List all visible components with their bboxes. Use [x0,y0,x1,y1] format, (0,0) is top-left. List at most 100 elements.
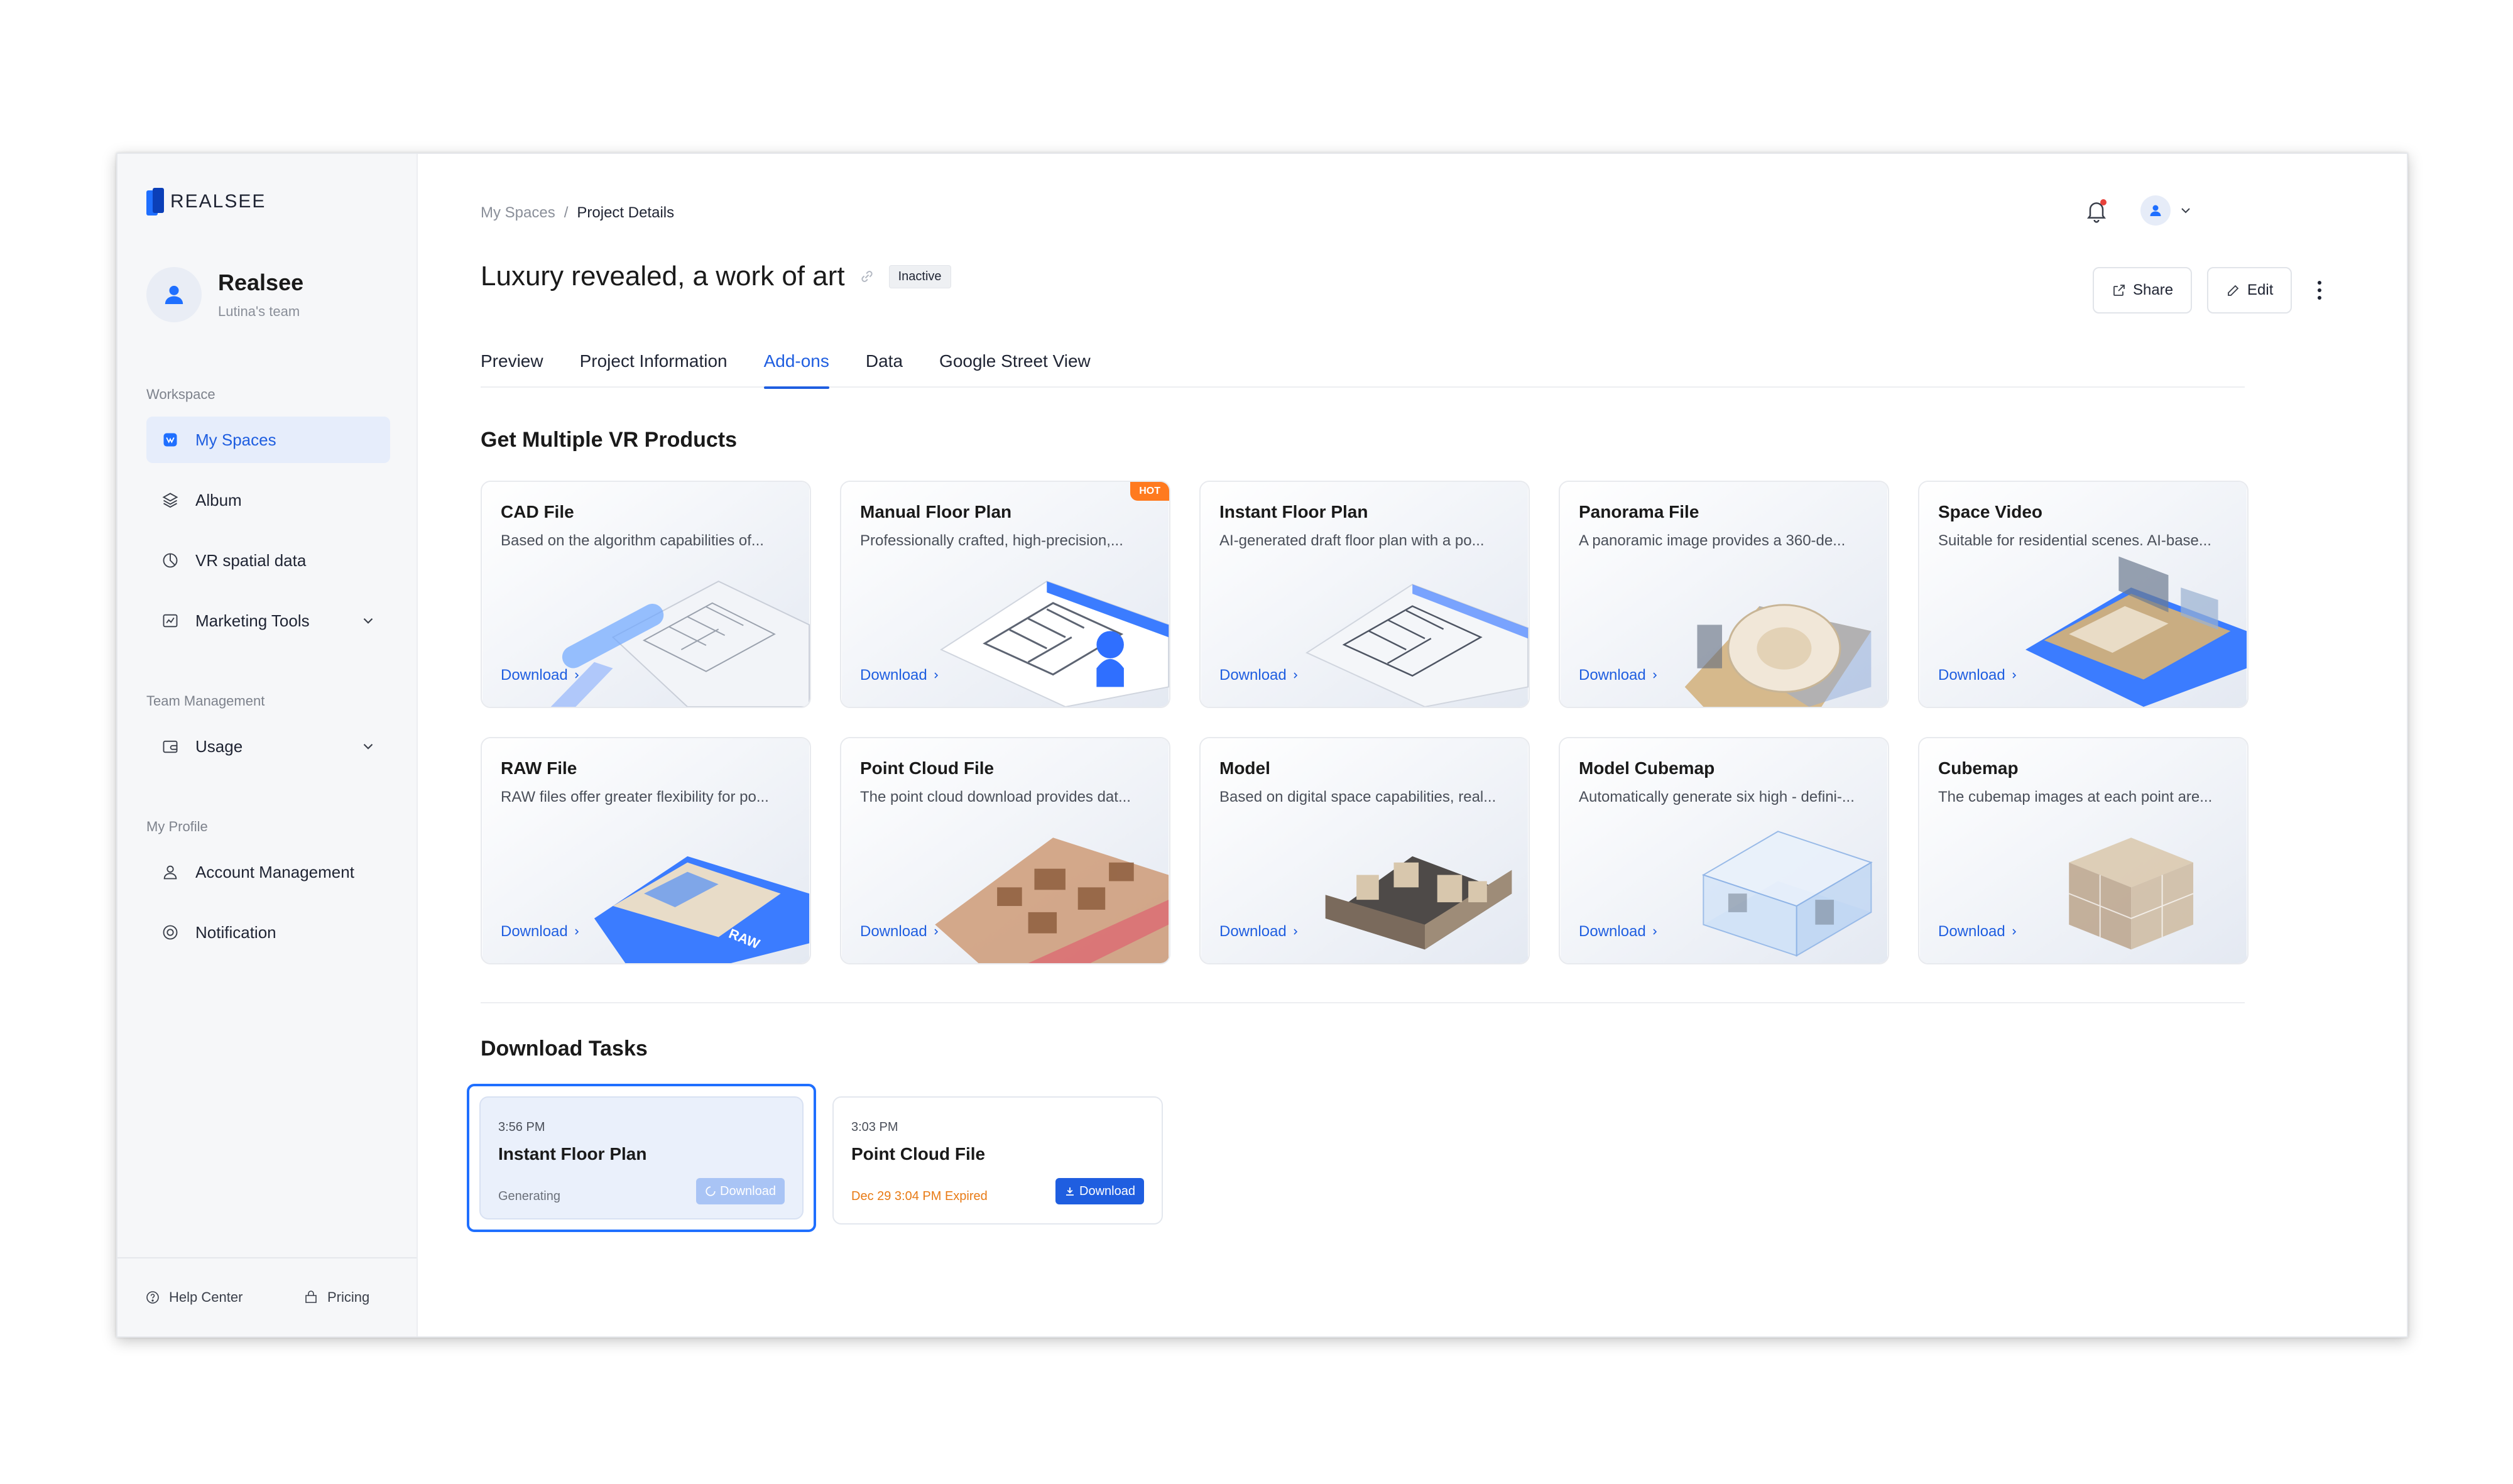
card-title: Instant Floor Plan [1219,502,1368,521]
product-grid: CAD File Based on the algorithm capabili… [481,481,2249,964]
card-title: Model [1219,758,1270,778]
sidebar-item-my-spaces[interactable]: My Spaces [146,417,390,463]
project-tabs: Preview Project Information Add-ons Data… [481,349,2245,389]
edit-label: Edit [2247,281,2274,298]
download-link-label: Download [1938,667,2005,684]
notification-bell[interactable] [2084,198,2109,223]
share-icon [2113,285,2125,296]
download-link[interactable]: Download [1579,923,1660,941]
product-card-point-cloud-file[interactable]: Point Cloud File The point cloud downloa… [840,737,1170,964]
sidebar-item-vr-spatial-data[interactable]: VR spatial data [146,537,390,584]
profile-name: Realsee [218,270,304,295]
chevron-down-icon[interactable] [360,613,376,629]
brand-name: REALSEE [170,191,266,212]
download-link[interactable]: Download [1579,667,1660,684]
sidebar-item-label: Usage [195,736,243,756]
tab-google-street-view[interactable]: Google Street View [939,349,1091,388]
product-card-instant-floor-plan[interactable]: Instant Floor Plan AI-generated draft fl… [1199,481,1530,708]
my-profile-label: My Profile [146,819,208,834]
download-link-label: Download [1219,667,1287,684]
tab-data[interactable]: Data [866,349,903,388]
sidebar-item-marketing-tools[interactable]: Marketing Tools [146,597,390,644]
card-description: Based on digital space capabilities, rea… [1219,788,1496,805]
product-card-manual-floor-plan[interactable]: HOT Manual Floor Plan Professionally cra… [840,481,1170,708]
chart-icon [160,611,180,631]
download-link[interactable]: Download [860,667,941,684]
page-title: Luxury revealed, a work of art [481,261,845,292]
download-link-label: Download [501,923,568,940]
chevron-right-icon [575,929,579,935]
tab-preview[interactable]: Preview [481,349,543,388]
task-name: Point Cloud File [851,1144,986,1164]
download-task-list: 3:56 PM Instant Floor Plan Generating Do… [467,1084,1163,1232]
task-download-button[interactable]: Download [1055,1178,1144,1204]
download-link-label: Download [1938,923,2005,940]
product-card-cad-file[interactable]: CAD File Based on the algorithm capabili… [481,481,811,708]
task-time: 3:03 PM [851,1120,898,1134]
product-card-cubemap[interactable]: Cubemap The cubemap images at each point… [1918,737,2249,964]
profile-card[interactable]: Realsee Lutina's team [146,267,303,322]
sidebar-item-label: Account Management [195,862,354,881]
status-badge: Inactive [888,265,951,288]
download-link[interactable]: Download [1219,923,1300,941]
card-title: Cubemap [1938,758,2019,778]
chevron-right-icon [2012,672,2016,679]
card-description: A panoramic image provides a 360-de... [1579,532,1846,549]
sidebar-item-album[interactable]: Album [146,477,390,523]
help-center-link[interactable]: Help Center [145,1289,243,1306]
layers-icon [160,490,180,510]
sidebar-item-label: Album [195,490,242,510]
team-management-label: Team Management [146,693,265,709]
chevron-right-icon [934,672,938,679]
download-link-label: Download [501,667,568,684]
download-task-instant-floor-plan[interactable]: 3:56 PM Instant Floor Plan Generating Do… [479,1096,804,1219]
pricing-label: Pricing [327,1289,370,1305]
sidebar-item-notification[interactable]: Notification [146,909,390,956]
brand-logo[interactable]: REALSEE [146,188,266,216]
download-link[interactable]: Download [1938,667,2019,684]
products-heading: Get Multiple VR Products [481,428,738,452]
more-options-button[interactable] [2307,267,2332,314]
sidebar-item-usage[interactable]: Usage [146,723,390,770]
notification-dot [2100,199,2107,205]
product-card-model-cubemap[interactable]: Model Cubemap Automatically generate six… [1559,737,1889,964]
product-card-space-video[interactable]: Space Video Suitable for residential sce… [1918,481,2249,708]
download-task-point-cloud-file[interactable]: 3:03 PM Point Cloud File Dec 29 3:04 PM … [832,1096,1163,1225]
task-status: Dec 29 3:04 PM Expired [851,1189,988,1203]
avatar [2140,195,2171,226]
project-actions: Share Edit [2093,267,2332,314]
download-link[interactable]: Download [1219,667,1300,684]
tab-add-ons[interactable]: Add-ons [763,349,830,389]
download-link[interactable]: Download [501,923,582,941]
download-link[interactable]: Download [1938,923,2019,941]
user-menu[interactable] [2140,195,2193,226]
pricing-link[interactable]: Pricing [303,1289,369,1306]
card-description: Automatically generate six high - defini… [1579,788,1855,805]
task-download-button[interactable]: Download [696,1178,785,1204]
chevron-down-icon[interactable] [360,738,376,755]
chevron-right-icon [2012,929,2016,935]
product-card-model[interactable]: Model Based on digital space capabilitie… [1199,737,1530,964]
breadcrumb-separator: / [564,204,569,221]
task-slot: 3:03 PM Point Cloud File Dec 29 3:04 PM … [832,1084,1163,1232]
share-button[interactable]: Share [2093,267,2193,314]
card-title: CAD File [501,502,574,521]
download-link[interactable]: Download [501,667,582,684]
card-title: Model Cubemap [1579,758,1715,778]
card-title: RAW File [501,758,577,778]
sidebar-item-label: Marketing Tools [195,611,310,630]
card-description: Based on the algorithm capabilities of..… [501,532,764,549]
download-link-label: Download [1219,923,1287,940]
help-center-label: Help Center [169,1289,243,1305]
link-icon[interactable] [858,267,876,286]
edit-button[interactable]: Edit [2207,267,2292,314]
task-download-label: Download [1079,1184,1135,1198]
sidebar-item-account-management[interactable]: Account Management [146,849,390,895]
main-content: My Spaces / Project Details Luxury revea… [418,154,2407,1336]
avatar [146,267,202,322]
tab-project-information[interactable]: Project Information [580,349,728,388]
product-card-panorama-file[interactable]: Panorama File A panoramic image provides… [1559,481,1889,708]
product-card-raw-file[interactable]: RAW RAW File RAW files offer greater fle… [481,737,811,964]
download-link[interactable]: Download [860,923,941,941]
breadcrumb-root[interactable]: My Spaces [481,204,555,222]
